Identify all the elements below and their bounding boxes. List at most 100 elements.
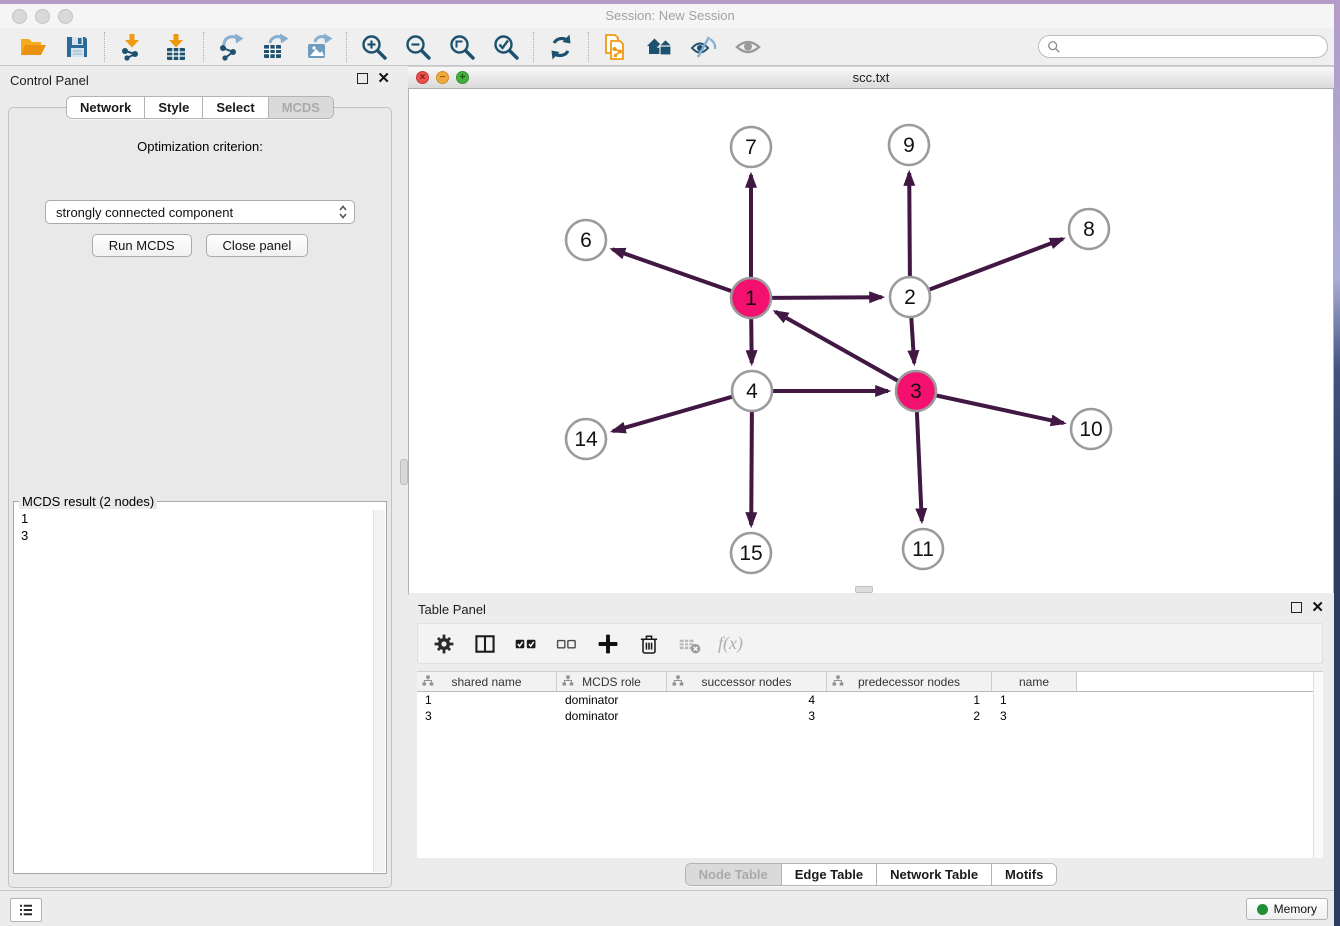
- edge-2-3[interactable]: [911, 318, 914, 363]
- fit-content-icon[interactable]: [446, 31, 478, 63]
- node-15[interactable]: 15: [731, 533, 771, 573]
- add-row-icon[interactable]: [595, 631, 621, 657]
- search-input[interactable]: [1061, 38, 1327, 56]
- run-mcds-button[interactable]: Run MCDS: [92, 234, 192, 257]
- svg-text:9: 9: [903, 134, 915, 157]
- unselect-all-rows-icon[interactable]: [554, 631, 580, 657]
- tab-network-table[interactable]: Network Table: [877, 864, 992, 885]
- node-2[interactable]: 2: [890, 277, 930, 317]
- edge-2-9[interactable]: [909, 173, 910, 276]
- sort-icon: [832, 675, 844, 687]
- close-panel-button[interactable]: Close panel: [206, 234, 309, 257]
- svg-text:1: 1: [745, 287, 757, 310]
- result-scrollbar[interactable]: [373, 510, 385, 872]
- table-cell[interactable]: dominator: [557, 708, 667, 724]
- edge-1-2[interactable]: [772, 297, 882, 298]
- column-header-mcds-role[interactable]: MCDS role: [557, 672, 667, 691]
- table-cell[interactable]: 2: [827, 708, 992, 724]
- criterion-value: strongly connected component: [46, 205, 338, 220]
- table-cell[interactable]: 1: [827, 692, 992, 708]
- node-8[interactable]: 8: [1069, 209, 1109, 249]
- apply-layout-icon[interactable]: [545, 31, 577, 63]
- column-header-name[interactable]: name: [992, 672, 1077, 691]
- table-cell[interactable]: 3: [992, 708, 1077, 724]
- svg-text:4: 4: [746, 380, 758, 403]
- network-graph[interactable]: 7 9 6 8 1 2 4 3 14 10 15 11: [409, 89, 1333, 593]
- edge-3-1[interactable]: [775, 312, 897, 381]
- open-session-icon[interactable]: [17, 31, 49, 63]
- tab-select[interactable]: Select: [203, 97, 268, 118]
- table-cell[interactable]: 3: [417, 708, 557, 724]
- edge-1-4[interactable]: [751, 319, 752, 363]
- table-cell[interactable]: dominator: [557, 692, 667, 708]
- node-1[interactable]: 1: [731, 278, 771, 318]
- network-window-title: scc.txt: [408, 70, 1334, 85]
- edge-3-10[interactable]: [937, 396, 1064, 424]
- node-3[interactable]: 3: [896, 371, 936, 411]
- node-4[interactable]: 4: [732, 371, 772, 411]
- show-columns-icon[interactable]: [472, 631, 498, 657]
- tab-mcds[interactable]: MCDS: [269, 97, 333, 118]
- column-header-successor-nodes[interactable]: successor nodes: [667, 672, 827, 691]
- export-network-icon[interactable]: [215, 31, 247, 63]
- table-cell[interactable]: 1: [417, 692, 557, 708]
- zoom-in-icon[interactable]: [358, 31, 390, 63]
- node-11[interactable]: 11: [903, 529, 943, 569]
- tab-edge-table[interactable]: Edge Table: [782, 864, 877, 885]
- new-network-from-selection-icon[interactable]: [600, 31, 632, 63]
- edge-4-15[interactable]: [751, 412, 752, 525]
- table-tabbar: Node TableEdge TableNetwork TableMotifs: [408, 863, 1334, 886]
- tab-node-table[interactable]: Node Table: [686, 864, 782, 885]
- import-table-icon[interactable]: [160, 31, 192, 63]
- node-9[interactable]: 9: [889, 125, 929, 165]
- splitter-handle[interactable]: [400, 459, 408, 485]
- search-box: [1038, 35, 1328, 58]
- close-panel-icon[interactable]: ✕: [377, 73, 390, 84]
- canvas-resize-handle[interactable]: [855, 586, 873, 593]
- node-7[interactable]: 7: [731, 127, 771, 167]
- edge-2-8[interactable]: [930, 239, 1063, 290]
- tab-network[interactable]: Network: [67, 97, 145, 118]
- table-body: 1dominator4113dominator323: [417, 692, 1323, 724]
- table-settings-icon[interactable]: [431, 631, 457, 657]
- table-cell[interactable]: 1: [992, 692, 1077, 708]
- svg-text:3: 3: [910, 380, 922, 403]
- export-image-icon[interactable]: [303, 31, 335, 63]
- first-neighbors-icon[interactable]: [644, 31, 676, 63]
- network-canvas[interactable]: 7 9 6 8 1 2 4 3 14 10 15 11: [408, 89, 1334, 593]
- memory-button[interactable]: Memory: [1246, 898, 1328, 920]
- hide-selected-icon[interactable]: [688, 31, 720, 63]
- tab-motifs[interactable]: Motifs: [992, 864, 1056, 885]
- column-header-predecessor-nodes[interactable]: predecessor nodes: [827, 672, 992, 691]
- import-network-icon[interactable]: [116, 31, 148, 63]
- close-table-panel-icon[interactable]: ✕: [1311, 602, 1324, 613]
- column-header-shared-name[interactable]: shared name: [417, 672, 557, 691]
- delete-row-icon[interactable]: [636, 631, 662, 657]
- zoom-selected-icon[interactable]: [490, 31, 522, 63]
- save-session-icon[interactable]: [61, 31, 93, 63]
- node-14[interactable]: 14: [566, 419, 606, 459]
- svg-text:14: 14: [574, 428, 598, 451]
- float-table-panel-icon[interactable]: [1291, 602, 1302, 613]
- memory-status-icon: [1257, 904, 1268, 915]
- svg-text:11: 11: [912, 538, 934, 561]
- table-cell[interactable]: 4: [667, 692, 827, 708]
- task-history-button[interactable]: [10, 898, 42, 922]
- edge-3-11[interactable]: [917, 412, 922, 521]
- tab-style[interactable]: Style: [145, 97, 203, 118]
- float-panel-icon[interactable]: [357, 73, 368, 84]
- node-6[interactable]: 6: [566, 220, 606, 260]
- zoom-out-icon[interactable]: [402, 31, 434, 63]
- optimization-criterion-select[interactable]: strongly connected component: [45, 200, 355, 224]
- select-all-rows-icon[interactable]: [513, 631, 539, 657]
- table-scrollbar[interactable]: [1313, 672, 1323, 858]
- node-10[interactable]: 10: [1071, 409, 1111, 449]
- delete-column-icon: [677, 631, 703, 657]
- table-row[interactable]: 1dominator411: [417, 692, 1323, 708]
- export-table-icon[interactable]: [259, 31, 291, 63]
- table-row[interactable]: 3dominator323: [417, 708, 1323, 724]
- table-cell[interactable]: 3: [667, 708, 827, 724]
- edge-1-6[interactable]: [612, 249, 731, 291]
- edge-4-14[interactable]: [613, 397, 732, 431]
- mcds-result-text[interactable]: 13: [14, 509, 386, 545]
